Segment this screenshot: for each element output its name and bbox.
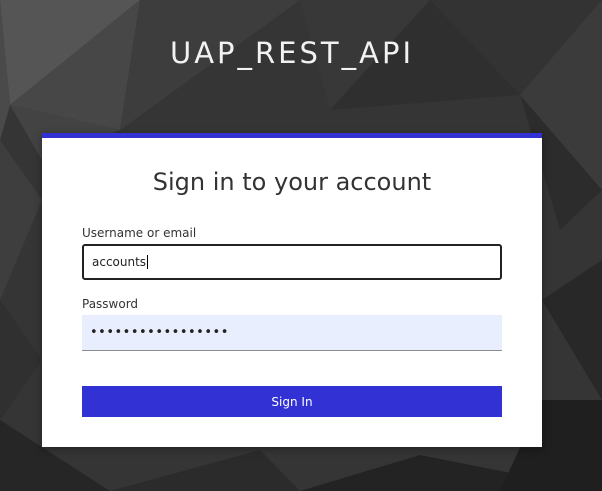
username-label: Username or email [82,226,197,240]
realm-title: UAP_REST_API [169,36,415,70]
text-caret [147,255,149,269]
username-value: accounts [92,255,147,269]
password-input[interactable]: ••••••••••••••••• [82,315,502,351]
login-heading: Sign in to your account [152,168,432,196]
sign-in-button[interactable]: Sign In [82,386,502,417]
password-masked-value: ••••••••••••••••• [90,325,229,340]
password-label: Password [82,297,139,311]
username-input[interactable]: accounts [82,244,502,280]
login-card: Sign in to your account Username or emai… [42,133,542,447]
